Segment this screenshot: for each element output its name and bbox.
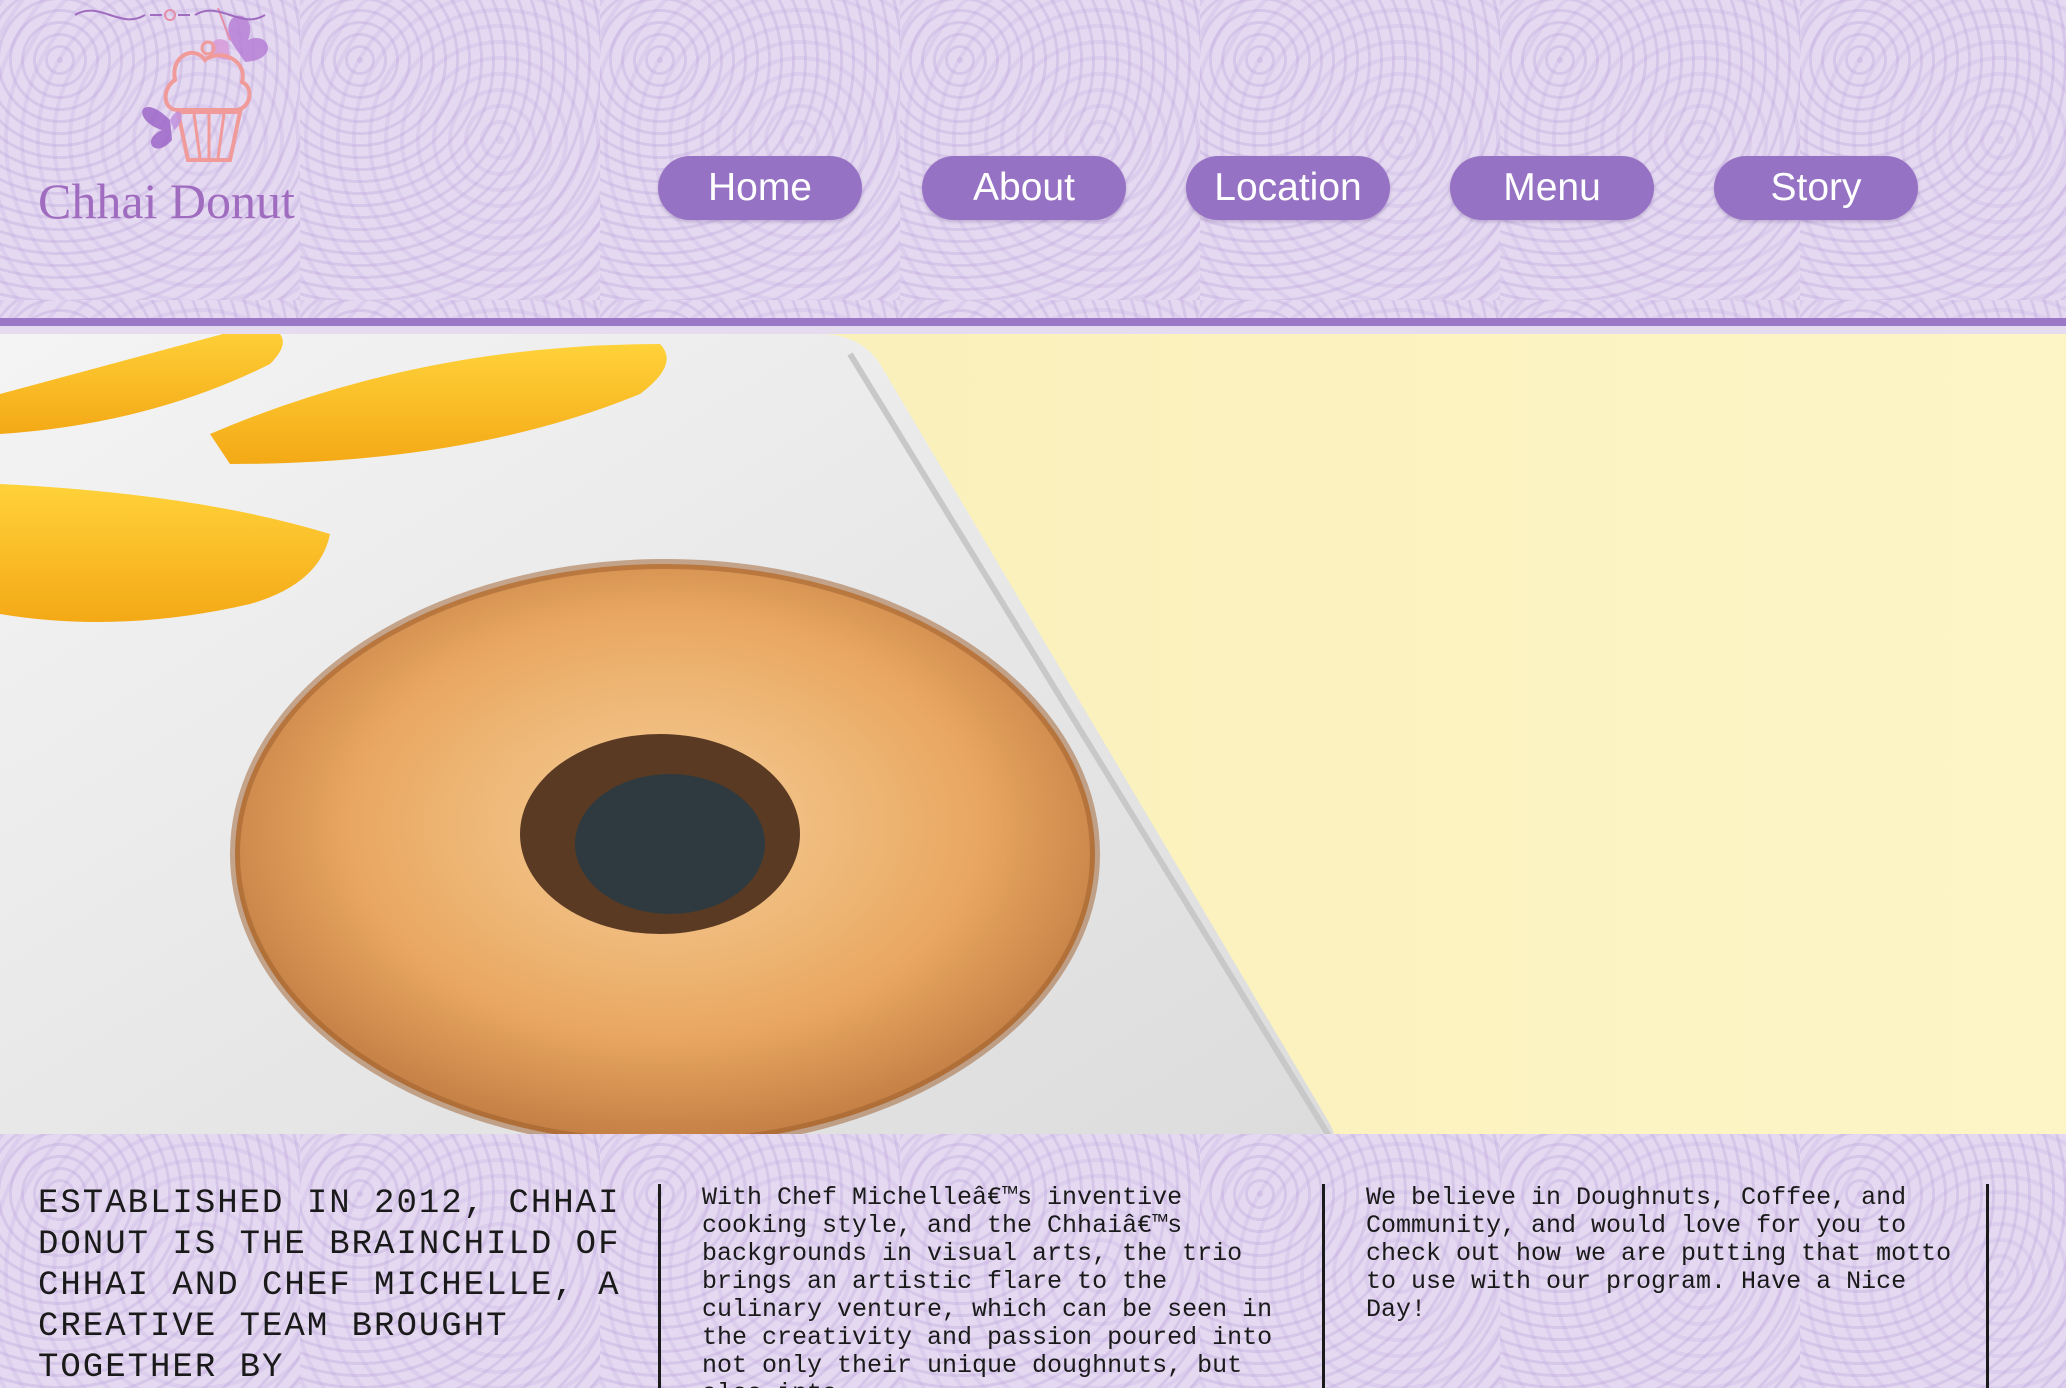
info-column-established: Established in 2012, Chhai Donut is the … bbox=[38, 1185, 621, 1387]
brand-name: Chhai Donut bbox=[38, 173, 295, 229]
info-column-motto: We believe in Doughnuts, Coffee, and Com… bbox=[1366, 1184, 1952, 1324]
info-column-chef: With Chef Michelleâ€™s inventive cooking… bbox=[702, 1184, 1273, 1388]
nav-story-button[interactable]: Story bbox=[1714, 156, 1918, 220]
donut-photo-illustration bbox=[0, 334, 1334, 1134]
column-divider bbox=[1986, 1184, 1989, 1388]
brand-logo[interactable]: Chhai Donut bbox=[30, 0, 330, 270]
column-divider bbox=[658, 1184, 661, 1388]
flourish-ornament bbox=[74, 9, 266, 21]
nav-home-button[interactable]: Home bbox=[658, 156, 862, 220]
site-header: Chhai Donut Home About Location Menu Sto… bbox=[0, 0, 2066, 326]
column-divider bbox=[1322, 1184, 1325, 1388]
info-section: Established in 2012, Chhai Donut is the … bbox=[0, 1134, 2066, 1388]
nav-location-button[interactable]: Location bbox=[1186, 156, 1390, 220]
nav-menu-button[interactable]: Menu bbox=[1450, 156, 1654, 220]
hero-image bbox=[0, 334, 2066, 1134]
nav-about-button[interactable]: About bbox=[922, 156, 1126, 220]
